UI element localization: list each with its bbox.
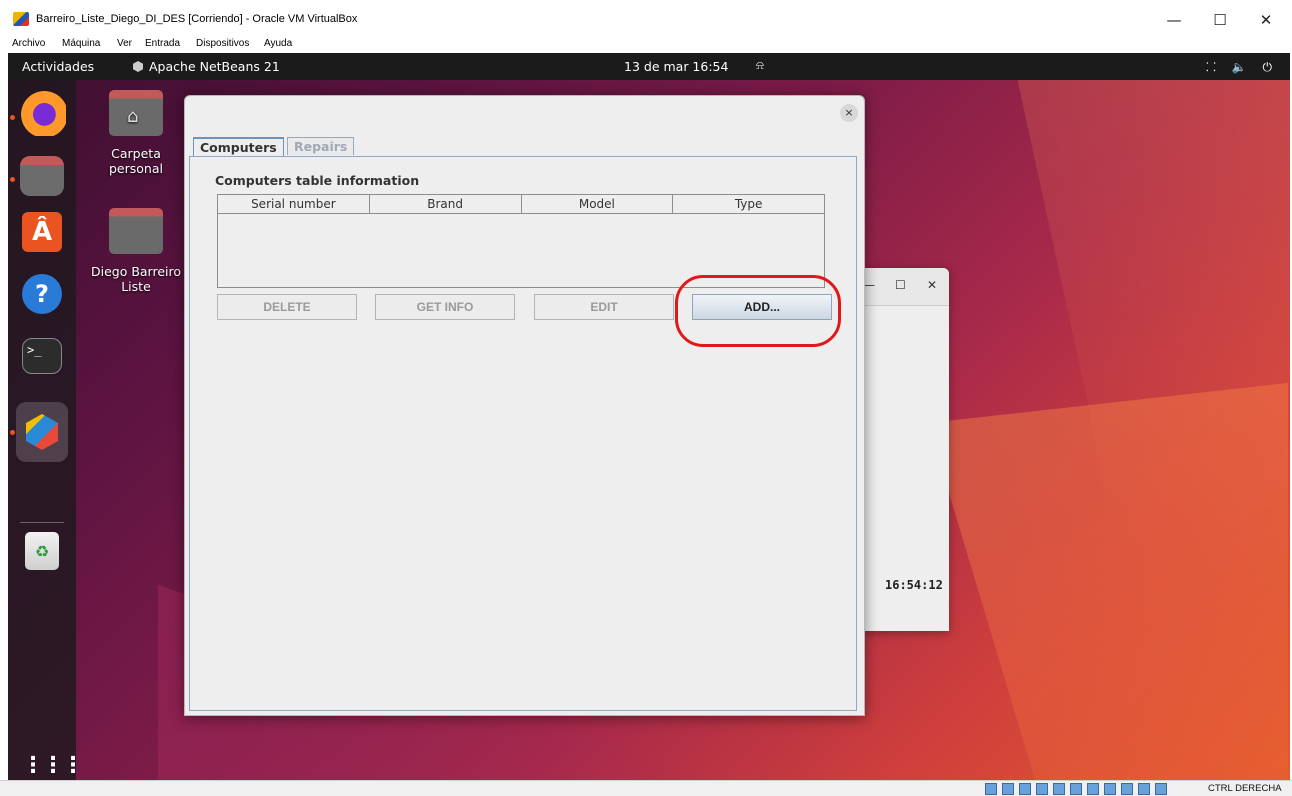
annotation-highlight <box>675 275 841 347</box>
netbeans-icon <box>133 61 143 72</box>
audio-icon[interactable] <box>1019 783 1031 795</box>
usb-icon[interactable] <box>1053 783 1065 795</box>
get-info-button[interactable]: GET INFO <box>375 294 515 320</box>
netbeans-dock-item[interactable] <box>16 402 68 462</box>
host-key-label: CTRL DERECHA <box>1208 783 1282 794</box>
trash-icon[interactable]: ♻ <box>25 532 59 570</box>
computers-dialog: × Computers Repairs Computers table info… <box>184 95 865 716</box>
mouse-integration-icon[interactable] <box>1138 783 1150 795</box>
column-type[interactable]: Type <box>673 195 824 213</box>
column-brand[interactable]: Brand <box>370 195 522 213</box>
firefox-icon[interactable] <box>18 88 66 136</box>
column-serial-number[interactable]: Serial number <box>218 195 370 213</box>
system-tray[interactable]: ⸬ 🔈 ⏻ <box>1206 58 1278 75</box>
desktop-icon-label: Carpeta personal <box>109 146 163 176</box>
desktop-icon-home[interactable]: ⌂ Carpeta personal <box>86 90 186 176</box>
menu-maquina[interactable]: Máquina <box>62 38 100 49</box>
background-window-header: — ☐ ✕ <box>863 268 949 306</box>
shared-folders-icon[interactable] <box>1070 783 1082 795</box>
hard-disk-icon[interactable] <box>985 783 997 795</box>
vt-x-icon[interactable] <box>1121 783 1133 795</box>
panel-title: Computers table information <box>215 173 420 188</box>
close-button[interactable]: ✕ <box>927 278 937 292</box>
menu-ayuda[interactable]: Ayuda <box>264 38 292 49</box>
app-center-icon[interactable]: Â <box>22 212 62 252</box>
folder-icon <box>109 208 163 254</box>
virtualbox-menubar: Archivo Máquina Ver Entrada Dispositivos… <box>0 34 1292 53</box>
running-indicator <box>10 115 15 120</box>
computers-table[interactable]: Serial number Brand Model Type <box>217 194 825 288</box>
virtualbox-logo-icon <box>13 12 29 26</box>
display-icon[interactable] <box>1087 783 1099 795</box>
table-header: Serial number Brand Model Type <box>218 195 824 214</box>
activities-button[interactable]: Actividades <box>22 59 94 74</box>
column-model[interactable]: Model <box>522 195 674 213</box>
netbeans-icon <box>26 414 58 450</box>
alarm-icon: ⍾ <box>756 58 764 72</box>
maximize-button[interactable]: ☐ <box>895 278 906 292</box>
running-indicator <box>10 430 15 435</box>
time-label: 16:54:12 <box>885 578 943 592</box>
app-menu-label: Apache NetBeans 21 <box>149 59 280 74</box>
network-icon[interactable] <box>1036 783 1048 795</box>
gnome-topbar: Actividades Apache NetBeans 21 13 de mar… <box>8 53 1290 80</box>
tab-repairs[interactable]: Repairs <box>287 137 355 155</box>
dock-separator <box>20 522 64 523</box>
menu-ver[interactable]: Ver <box>117 38 132 49</box>
desktop-icon-label: Diego Barreiro Liste <box>90 264 182 294</box>
edit-button[interactable]: EDIT <box>534 294 674 320</box>
guest-screen[interactable]: Actividades Apache NetBeans 21 13 de mar… <box>8 53 1290 780</box>
menu-dispositivos[interactable]: Dispositivos <box>196 38 249 49</box>
terminal-icon[interactable]: >_ <box>22 338 62 374</box>
wallpaper-facet <box>928 383 1288 780</box>
app-menu[interactable]: Apache NetBeans 21 <box>133 59 280 74</box>
home-folder-icon: ⌂ <box>109 90 163 136</box>
window-title: Barreiro_Liste_Diego_DI_DES [Corriendo] … <box>36 13 358 25</box>
dock: Â ? >_ ♻ ⋮⋮⋮ <box>8 80 84 780</box>
help-icon[interactable]: ? <box>22 274 62 314</box>
recording-icon[interactable] <box>1104 783 1116 795</box>
close-button[interactable]: ✕ <box>1244 8 1288 32</box>
desktop-icon-folder[interactable]: Diego Barreiro Liste <box>86 208 186 294</box>
virtualbox-statusbar: CTRL DERECHA <box>0 780 1292 796</box>
menu-archivo[interactable]: Archivo <box>12 38 45 49</box>
running-indicator <box>10 177 15 182</box>
device-indicators <box>985 783 1167 795</box>
optical-drive-icon[interactable] <box>1002 783 1014 795</box>
background-window[interactable]: — ☐ ✕ 16:54:12 <box>863 268 949 631</box>
minimize-button[interactable]: — <box>1152 8 1196 32</box>
clock[interactable]: 13 de mar 16:54 <box>624 59 728 74</box>
delete-button[interactable]: DELETE <box>217 294 357 320</box>
files-icon[interactable] <box>20 156 64 196</box>
maximize-button[interactable]: ☐ <box>1198 8 1242 32</box>
menu-entrada[interactable]: Entrada <box>145 38 180 49</box>
keyboard-icon[interactable] <box>1155 783 1167 795</box>
virtualbox-titlebar: Barreiro_Liste_Diego_DI_DES [Corriendo] … <box>0 0 1292 34</box>
show-apps-icon[interactable]: ⋮⋮⋮ <box>22 748 84 780</box>
dialog-close-button[interactable]: × <box>840 104 858 122</box>
tab-computers[interactable]: Computers <box>193 137 284 156</box>
